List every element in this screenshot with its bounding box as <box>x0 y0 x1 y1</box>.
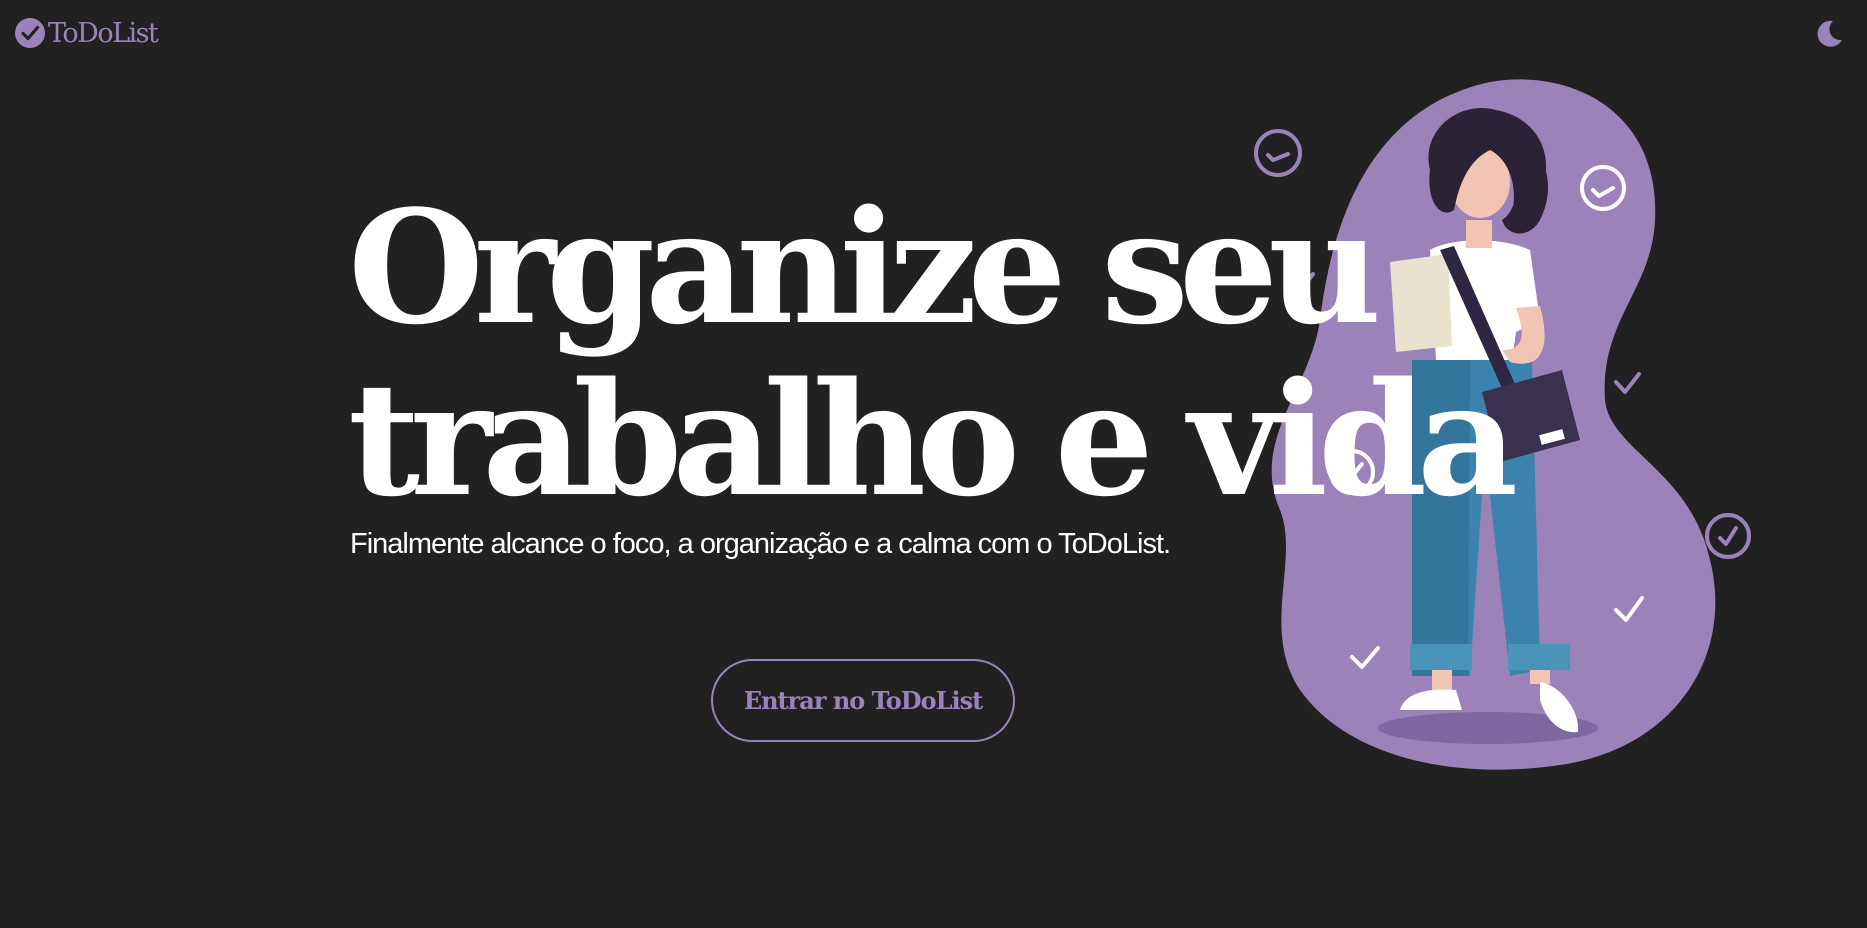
logo-text: ToDoList <box>48 17 159 49</box>
moon-icon <box>1817 20 1842 47</box>
hero-title: Organize seu trabalho e vida <box>348 176 1518 531</box>
enter-todolist-button[interactable]: Entrar no ToDoList <box>711 659 1015 742</box>
logo[interactable]: ToDoList <box>14 16 159 50</box>
hero-title-line-2: trabalho e vida <box>348 348 1518 531</box>
check-circle-icon <box>15 18 45 48</box>
theme-toggle-button[interactable] <box>1812 16 1846 50</box>
hero-title-line-1: Organize seu <box>348 176 1382 359</box>
hero-subtitle: Finalmente alcance o foco, a organização… <box>350 528 1171 560</box>
